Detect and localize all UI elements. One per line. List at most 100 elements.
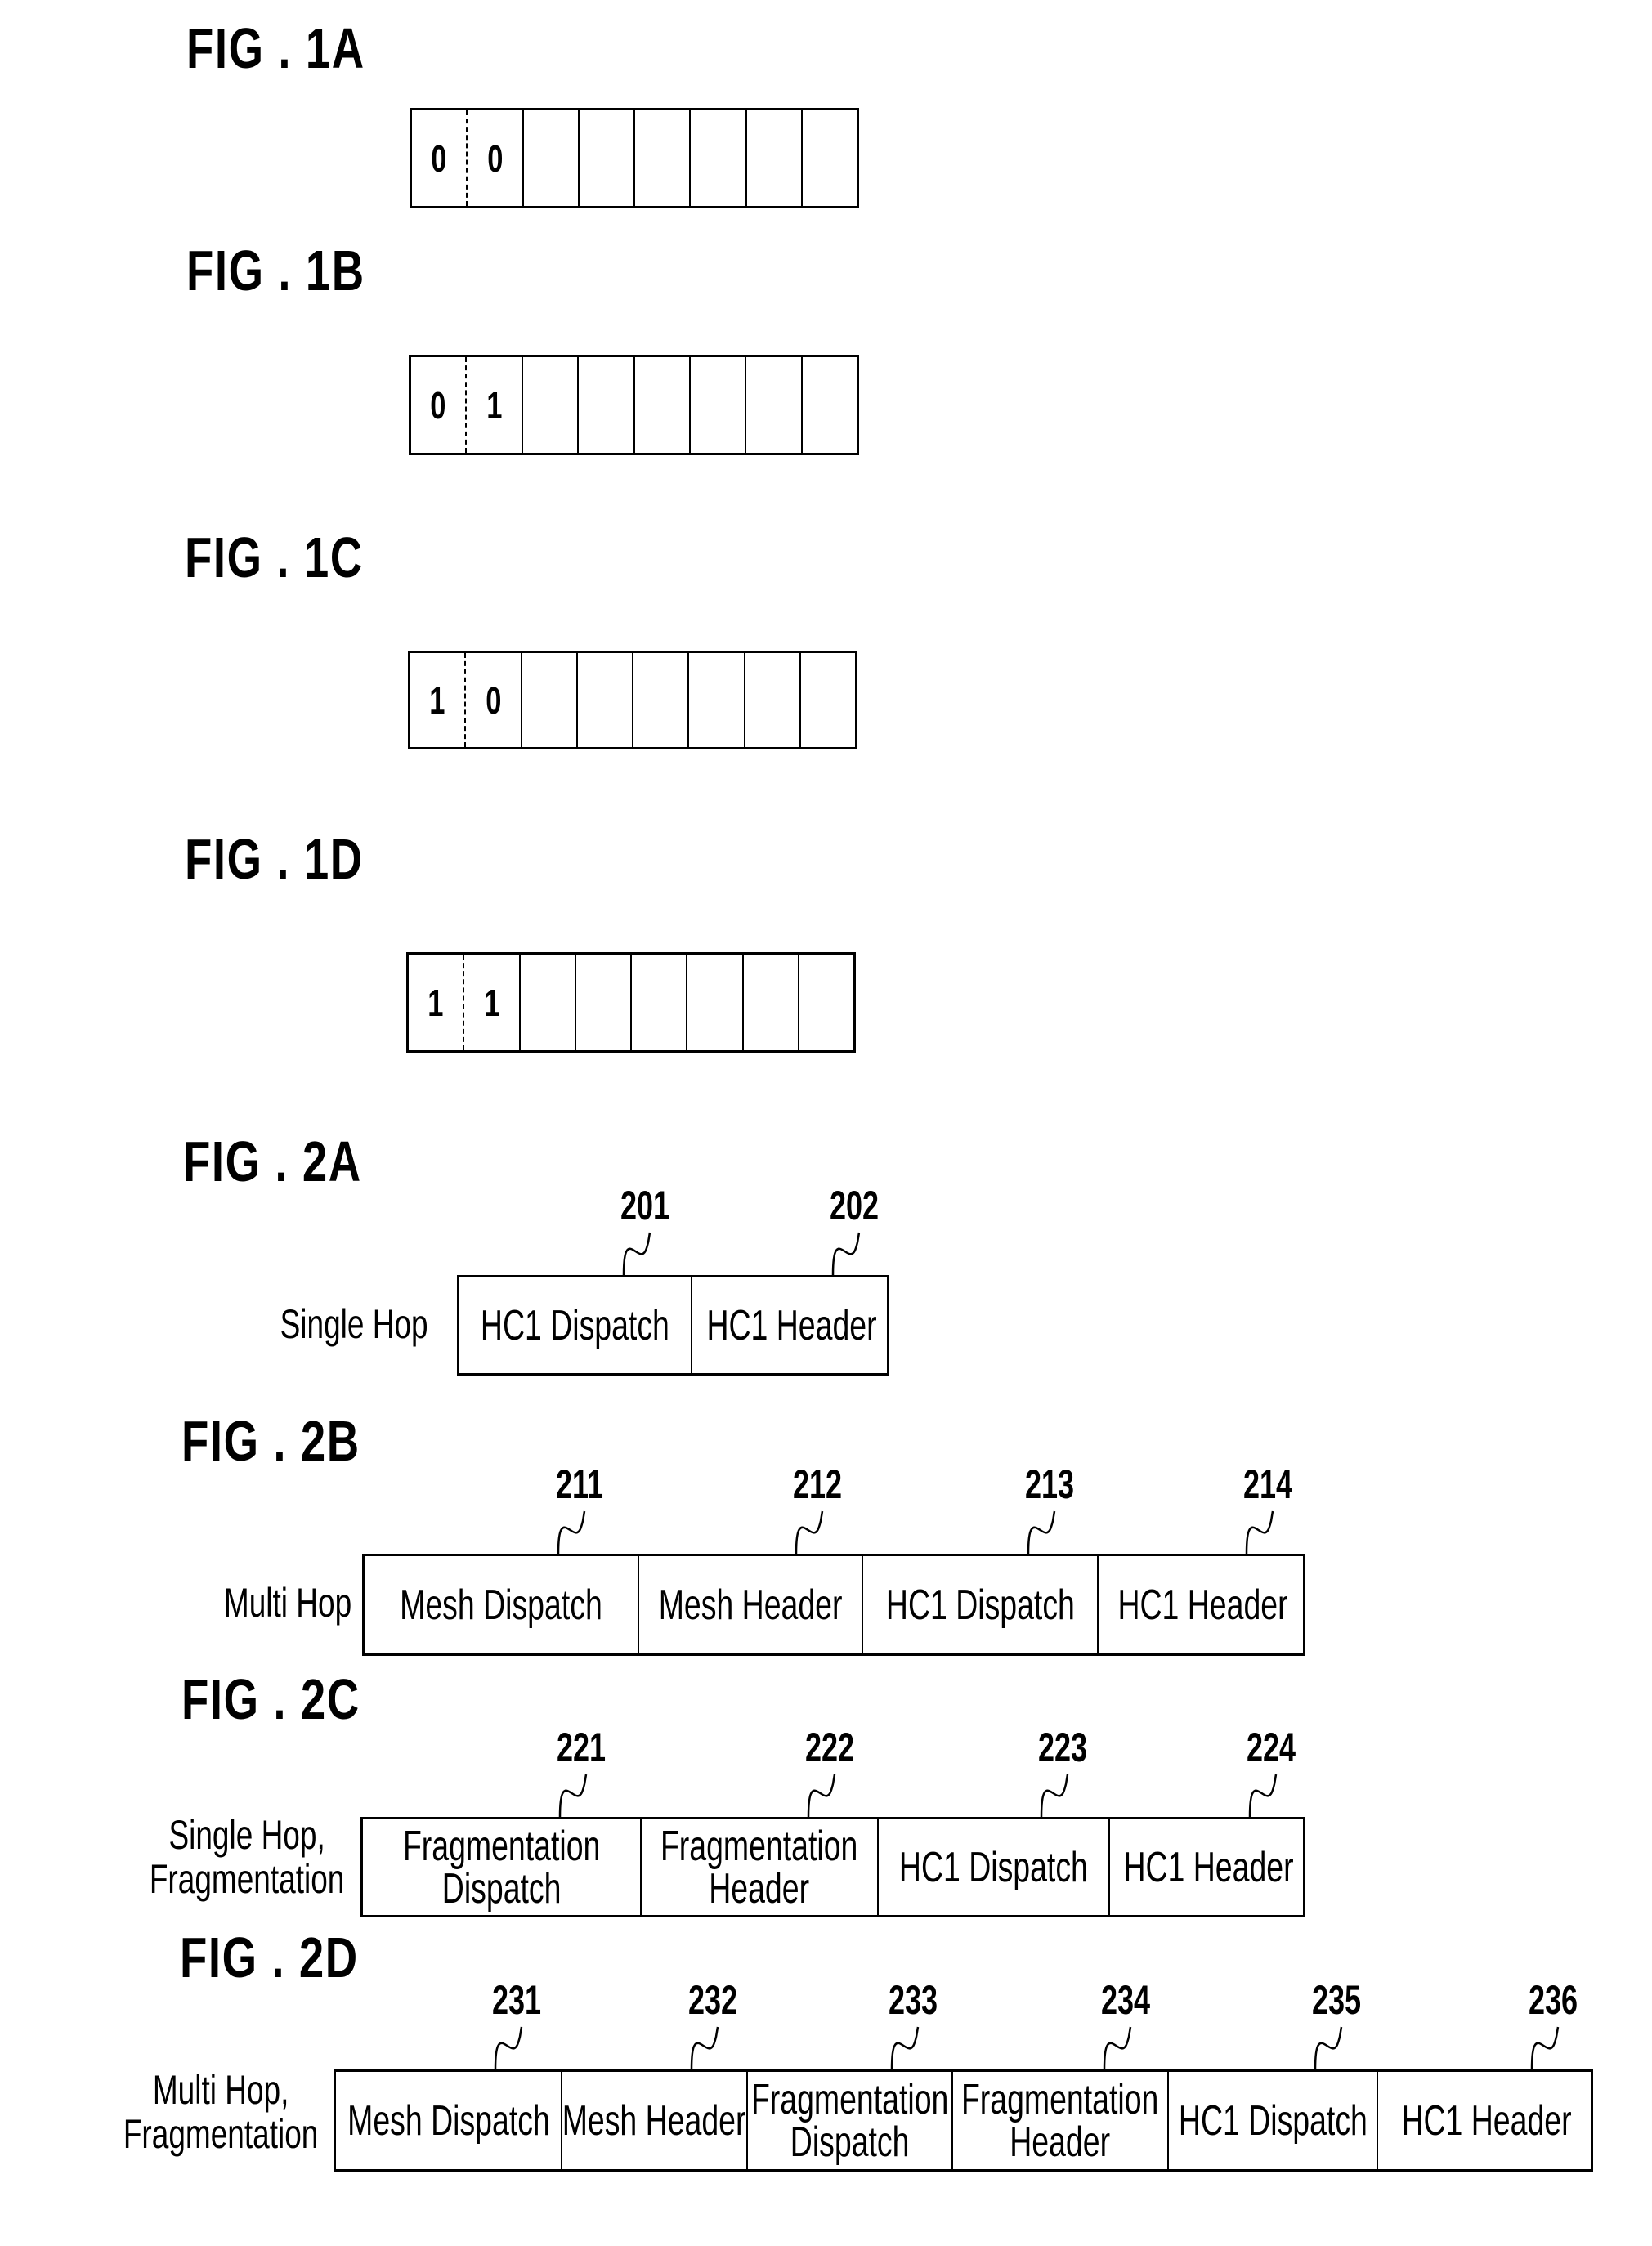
bit-cell [520, 653, 576, 747]
field-label: HC1 Dispatch [481, 1304, 669, 1347]
reference-numeral: 235 [1312, 1977, 1362, 2023]
leader-path [1314, 2026, 1343, 2070]
leader-path [557, 1510, 586, 1555]
frame-field: Mesh Dispatch [365, 1556, 638, 1653]
frame-field: HC1 Header [1377, 2072, 1596, 2169]
field-label: HC1 Dispatch [1179, 2100, 1368, 2142]
field-label-line: HC1 Dispatch [885, 1581, 1075, 1629]
frame-field: HC1 Dispatch [1167, 2072, 1377, 2169]
fig-1c-octet: 10 [408, 651, 857, 749]
field-label: HC1 Dispatch [899, 1846, 1088, 1889]
bit-cell [800, 357, 857, 453]
reference-numeral: 221 [557, 1725, 607, 1770]
leader-line [1530, 2026, 1560, 2070]
fig-2d-title: FIG . 2D [180, 1926, 359, 1989]
bit-cell [630, 955, 686, 1050]
leader-path [494, 2026, 523, 2070]
bit-cell [686, 955, 741, 1050]
fig-2a-frame: HC1 Dispatch HC1 Header [457, 1275, 889, 1376]
field-label: HC1 Header [1118, 1584, 1288, 1626]
leader-path [1245, 1510, 1274, 1555]
reference-numeral: 233 [888, 1977, 938, 2023]
field-label: HC1 Header [1402, 2100, 1572, 2142]
leader-line [557, 1510, 586, 1555]
bit-cell [689, 110, 745, 206]
bit-cell [575, 653, 632, 747]
fig-2d-frame: Mesh Dispatch Mesh Header Fragmentation Dis… [334, 2069, 1593, 2172]
bit-cell [633, 357, 689, 453]
field-label-line: Header [709, 1864, 810, 1913]
field-label-line: Dispatch [790, 2118, 910, 2166]
leader-line [795, 1510, 824, 1555]
bit-cell [688, 357, 745, 453]
frame-field: HC1 Dispatch [862, 1556, 1097, 1653]
fig-2c-title: FIG . 2C [181, 1667, 360, 1731]
frame-field: HC1 Dispatch [877, 1819, 1108, 1915]
bit-cell [743, 653, 799, 747]
leader-line [494, 2026, 523, 2070]
bit-cell [797, 955, 853, 1050]
frame-field: Fragmentation Dispatch [363, 1819, 640, 1915]
frame-field: HC1 Header [1108, 1819, 1308, 1915]
leader-path [831, 1232, 861, 1276]
leader-line [807, 1774, 836, 1818]
row-label-line: Multi Hop, [152, 2067, 289, 2113]
bit-cell [633, 110, 689, 206]
bit-cell [741, 955, 798, 1050]
bit-cell [745, 357, 800, 453]
fig-1d-octet: 11 [406, 952, 856, 1053]
reference-numeral: 201 [620, 1183, 669, 1228]
bit-value: 1 [429, 678, 445, 722]
bit-cell [800, 110, 857, 206]
fig-2a-title: FIG . 2A [183, 1130, 362, 1193]
bit-value: 0 [431, 136, 447, 180]
fig-1b-octet: 01 [409, 355, 859, 455]
bit-cell [745, 110, 801, 206]
row-label-line: Multi Hop [223, 1580, 351, 1626]
bit-cell [521, 357, 577, 453]
leader-path [622, 1232, 651, 1276]
bit-cell [522, 110, 578, 206]
leader-path [1248, 1774, 1277, 1818]
leader-path [1103, 2026, 1132, 2070]
bit-cell [577, 357, 633, 453]
fig-2b-frame: Mesh Dispatch Mesh Header HC1 Dispatch HC1 … [362, 1554, 1305, 1656]
leader-line [1248, 1774, 1277, 1818]
leader-line [831, 1232, 861, 1276]
leader-path [1027, 1510, 1056, 1555]
reference-numeral: 231 [491, 1977, 542, 2023]
bit-cell: 1 [465, 357, 521, 453]
field-label: Mesh Header [659, 1584, 843, 1626]
leader-line [1040, 1774, 1068, 1818]
field-label-line: HC1 Header [1123, 1843, 1295, 1891]
leader-line [558, 1774, 588, 1818]
leader-line [1103, 2026, 1132, 2070]
reference-numeral: 232 [688, 1977, 738, 2023]
fig-2b-title: FIG . 2B [181, 1409, 360, 1473]
row-label-line: Fragmentation [149, 1856, 344, 1902]
field-label-line: Fragmentation [961, 2075, 1159, 2123]
fig-1a-octet: 00 [410, 108, 859, 208]
bit-cell: 0 [412, 110, 466, 206]
bit-value: 1 [483, 981, 499, 1024]
field-label-line: Dispatch [441, 1864, 562, 1913]
leader-path [1530, 2026, 1560, 2070]
bit-cell [518, 955, 575, 1050]
field-label: HC1 Header [1124, 1846, 1294, 1889]
frame-field: HC1 Header [691, 1277, 892, 1373]
field-label: Fragmentation Header [961, 2078, 1158, 2163]
field-label-line: Mesh Header [658, 1581, 843, 1629]
frame-field: Mesh Dispatch [336, 2072, 561, 2169]
leader-path [1040, 1774, 1068, 1818]
fig-1b-title: FIG . 1B [186, 239, 365, 302]
bit-cell: 1 [410, 653, 464, 747]
frame-field: Fragmentation Header [951, 2072, 1167, 2169]
leader-path [795, 1510, 824, 1555]
fig-2d-row-label: Multi Hop, Fragmentation [123, 2068, 318, 2156]
bit-cell: 0 [411, 357, 465, 453]
fig-2b-row-label: Multi Hop [224, 1581, 351, 1625]
field-label: Fragmentation Dispatch [403, 1825, 600, 1910]
field-label: Fragmentation Header [660, 1825, 857, 1910]
reference-numeral: 211 [556, 1461, 604, 1507]
field-label-line: Fragmentation [660, 1822, 858, 1870]
